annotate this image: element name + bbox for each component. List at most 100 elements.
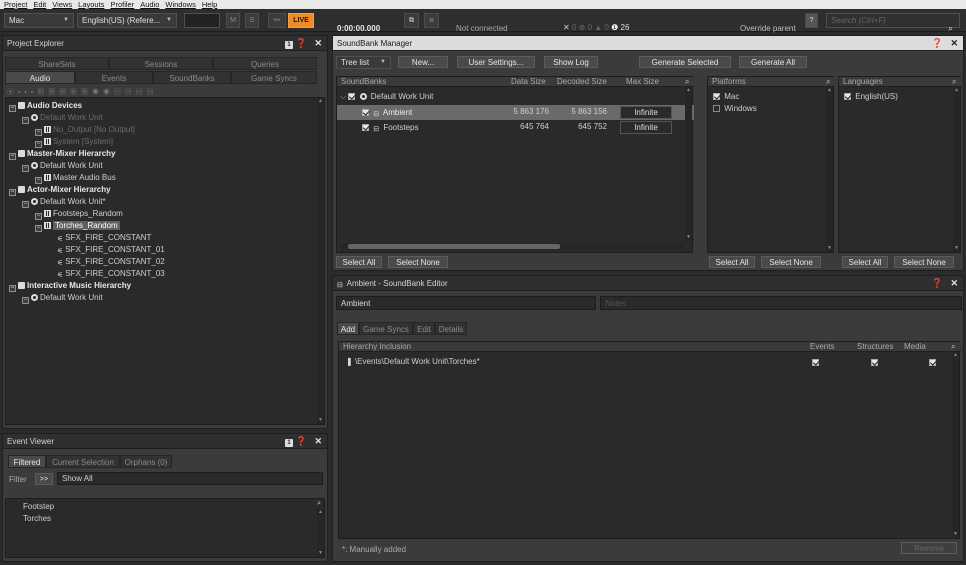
collapse-icon[interactable]: − — [35, 225, 42, 232]
scroll-down-icon[interactable]: ▼ — [317, 417, 324, 424]
bank-checkbox[interactable] — [362, 124, 369, 131]
banks-scrollbar[interactable]: ▲ ▼ — [685, 87, 692, 241]
collapse-icon[interactable]: − — [9, 153, 16, 160]
help-button[interactable]: ? — [805, 13, 818, 28]
platform-item-windows[interactable]: Windows — [713, 103, 757, 114]
horizontal-scrollbar[interactable] — [340, 243, 684, 250]
platform-checkbox[interactable] — [713, 93, 720, 100]
tab-current-selection[interactable]: Current Selection — [46, 455, 120, 468]
explorer-filter-icons[interactable]: ⦿ ▪ ▪ ▪ ▦ ▦ ▦ ▦ ▦ ◉ ◉ ▤ ▤ ▤ ▤ — [7, 87, 217, 97]
remote-icon[interactable]: ⧈ — [424, 13, 439, 28]
search-icon[interactable]: ⌕ — [951, 342, 955, 352]
scroll-down-icon[interactable]: ▼ — [826, 245, 833, 252]
event-scrollbar[interactable]: ▲ ▼ — [317, 509, 324, 557]
col-media[interactable]: Media — [904, 342, 926, 352]
notes-field[interactable]: Notes — [600, 296, 962, 310]
scroll-down-icon[interactable]: ▼ — [317, 550, 324, 557]
generate-all-button[interactable]: Generate All — [739, 56, 807, 68]
platform-item-mac[interactable]: Mac — [713, 91, 739, 102]
scroll-up-icon[interactable]: ▲ — [685, 87, 692, 94]
collapse-icon[interactable]: − — [22, 297, 29, 304]
live-button[interactable]: LIVE — [288, 13, 314, 28]
col-events[interactable]: Events — [810, 342, 834, 352]
close-icon[interactable]: ✕ — [314, 36, 322, 51]
solo-button[interactable]: S — [245, 13, 259, 28]
table-row[interactable]: ❚ \Events\Default Work Unit\Torches* — [346, 356, 480, 367]
pin-icon[interactable]: 1 — [285, 36, 293, 51]
tree-item[interactable]: − Actor-Mixer Hierarchy — [9, 184, 111, 196]
scroll-down-icon[interactable]: ▼ — [953, 245, 960, 252]
tab-audio[interactable]: Audio — [5, 71, 75, 84]
tree-item[interactable]: − Interactive Music Hierarchy — [9, 280, 131, 292]
filter-expand-button[interactable]: >> — [35, 473, 53, 485]
remove-button[interactable]: Remove — [901, 542, 957, 554]
tree-item[interactable]: −⚟SFX_FIRE_CONSTANT_02 — [48, 256, 165, 267]
soundbank-name-field[interactable]: Ambient — [336, 296, 596, 310]
max-size-field[interactable]: Infinite — [620, 121, 672, 134]
expand-icon[interactable]: ⌵ — [340, 92, 346, 101]
filter-field[interactable]: Show All — [57, 472, 323, 485]
tab-filtered[interactable]: Filtered — [8, 455, 46, 468]
mute-button[interactable]: M — [226, 13, 240, 28]
menu-audio[interactable]: Audio — [140, 0, 159, 9]
collapse-icon[interactable]: − — [9, 105, 16, 112]
help-icon[interactable]: ❓ — [296, 36, 307, 51]
collapse-icon[interactable]: − — [22, 201, 29, 208]
table-row[interactable]: ⊟ Footsteps — [362, 122, 418, 133]
close-icon[interactable]: ✕ — [314, 434, 322, 449]
search-icon[interactable]: ⌕ — [826, 77, 830, 87]
col-hierarchy-inclusion[interactable]: Hierarchy Inclusion — [343, 342, 411, 352]
collapse-icon[interactable]: − — [9, 189, 16, 196]
tree-root-row[interactable]: ⌵ Default Work Unit — [340, 91, 433, 102]
generate-selected-button[interactable]: Generate Selected — [639, 56, 731, 68]
events-checkbox[interactable] — [812, 359, 819, 366]
tree-item[interactable]: −⚟SFX_FIRE_CONSTANT_01 — [48, 244, 165, 255]
col-data-size[interactable]: Data Size — [511, 77, 546, 87]
tree-item[interactable]: − No_Output [No Output] — [35, 124, 135, 136]
scroll-down-icon[interactable]: ▼ — [685, 234, 692, 241]
tree-item[interactable]: − Torches_Random — [35, 220, 120, 232]
inclusion-scrollbar[interactable]: ▲ ▼ — [952, 352, 959, 538]
menu-profiler[interactable]: Profiler — [110, 0, 134, 9]
new-button[interactable]: New... — [398, 56, 448, 68]
col-languages[interactable]: Languages — [843, 77, 883, 87]
scroll-down-icon[interactable]: ▼ — [952, 531, 959, 538]
col-structures[interactable]: Structures — [857, 342, 893, 352]
scroll-up-icon[interactable]: ▲ — [826, 87, 833, 94]
col-decoded-size[interactable]: Decoded Size — [557, 77, 607, 87]
languages-select-all-button[interactable]: Select All — [842, 256, 888, 268]
scroll-up-icon[interactable]: ▲ — [953, 87, 960, 94]
language-checkbox[interactable] — [844, 93, 851, 100]
tree-scrollbar[interactable]: ▲ ▼ — [317, 98, 324, 424]
user-settings-button[interactable]: User Settings... — [457, 56, 535, 68]
tree-item[interactable]: − Default Work Unit — [22, 112, 103, 124]
menu-help[interactable]: Help — [202, 0, 217, 9]
media-checkbox[interactable] — [929, 359, 937, 366]
search-icon[interactable]: ⌕ — [317, 500, 321, 508]
list-item[interactable]: Torches — [23, 513, 51, 524]
menu-edit[interactable]: Edit — [33, 0, 46, 9]
tab-edit[interactable]: Edit — [413, 322, 435, 335]
max-size-field[interactable]: Infinite — [620, 106, 672, 119]
tree-item[interactable]: − Master-Mixer Hierarchy — [9, 148, 115, 160]
search-input[interactable]: Search (Ctrl+F) — [826, 13, 960, 28]
help-icon[interactable]: ❓ — [296, 434, 307, 449]
language-item[interactable]: English(US) — [844, 91, 898, 102]
collapse-icon[interactable]: − — [35, 129, 42, 136]
collapse-icon[interactable]: − — [22, 117, 29, 124]
search-icon[interactable]: ⌕ — [685, 77, 689, 87]
tab-add[interactable]: Add — [337, 322, 359, 335]
col-soundbanks[interactable]: SoundBanks — [341, 77, 386, 87]
tab-sessions[interactable]: Sessions — [109, 57, 213, 70]
languages-scrollbar[interactable]: ▲ ▼ — [953, 87, 960, 252]
scroll-thumb[interactable] — [348, 244, 560, 249]
status-counters[interactable]: ✕ 0 ⊗ 0 ▲ 0 ❶ 26 — [563, 23, 629, 32]
tab-sharesets[interactable]: ShareSets — [5, 57, 109, 70]
show-log-button[interactable]: Show Log — [544, 56, 598, 68]
search-icon[interactable]: ⌕ — [948, 23, 953, 34]
scroll-up-icon[interactable]: ▲ — [317, 98, 324, 105]
tree-item[interactable]: −⚟SFX_FIRE_CONSTANT_03 — [48, 268, 165, 279]
collapse-icon[interactable]: − — [9, 285, 16, 292]
col-max-size[interactable]: Max Size — [626, 77, 659, 87]
platforms-select-all-button[interactable]: Select All — [709, 256, 755, 268]
